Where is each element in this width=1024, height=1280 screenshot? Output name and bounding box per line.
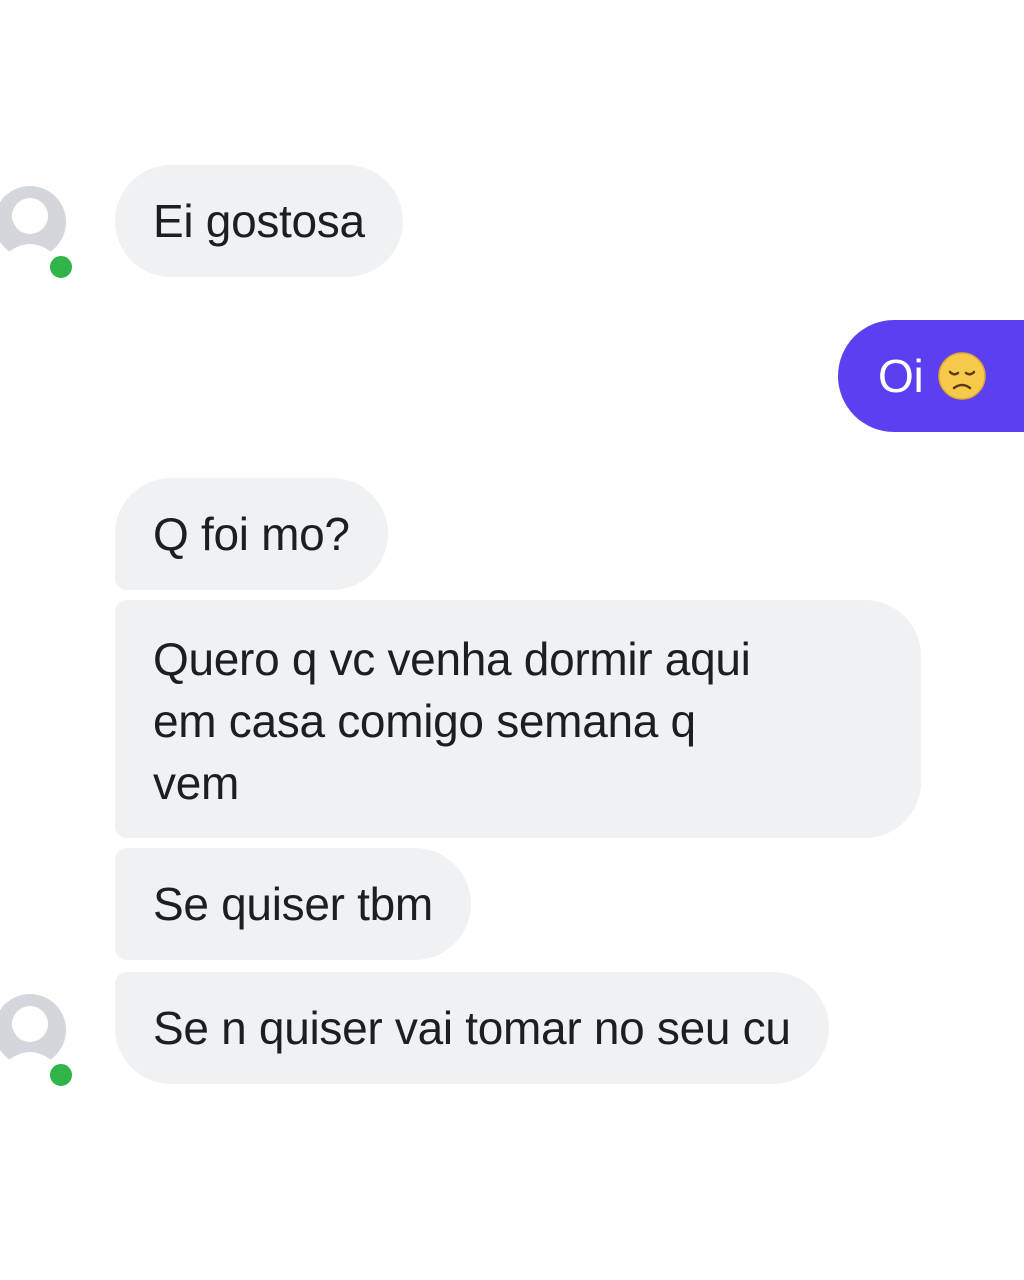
- message-text: Q foi mo?: [153, 508, 350, 560]
- contact-avatar[interactable]: [0, 180, 90, 280]
- online-status-icon: [47, 1061, 75, 1089]
- incoming-message[interactable]: Ei gostosa: [115, 165, 403, 277]
- message-text: Oi: [878, 350, 924, 402]
- chat-thread: Ei gostosa Oi Q foi mo? Quero q vc venha…: [0, 0, 1024, 1280]
- default-avatar-icon: [0, 186, 66, 270]
- message-text: Se n quiser vai tomar no seu cu: [153, 1002, 791, 1054]
- contact-avatar[interactable]: [0, 988, 90, 1088]
- message-text: Ei gostosa: [153, 195, 365, 247]
- incoming-message[interactable]: Se n quiser vai tomar no seu cu: [115, 972, 829, 1084]
- default-avatar-icon: [0, 994, 66, 1078]
- message-text-line: Quero q vc venha dormir aqui: [153, 633, 751, 685]
- incoming-message[interactable]: Quero q vc venha dormir aqui em casa com…: [115, 600, 921, 838]
- incoming-message[interactable]: Q foi mo?: [115, 478, 388, 590]
- message-text: Se quiser tbm: [153, 878, 433, 930]
- online-status-icon: [47, 253, 75, 281]
- message-text-line: vem: [153, 757, 240, 809]
- outgoing-message[interactable]: Oi: [838, 320, 1024, 432]
- disappointed-face-emoji: [937, 351, 987, 401]
- incoming-message[interactable]: Se quiser tbm: [115, 848, 471, 960]
- message-text-line: em casa comigo semana q: [153, 695, 696, 747]
